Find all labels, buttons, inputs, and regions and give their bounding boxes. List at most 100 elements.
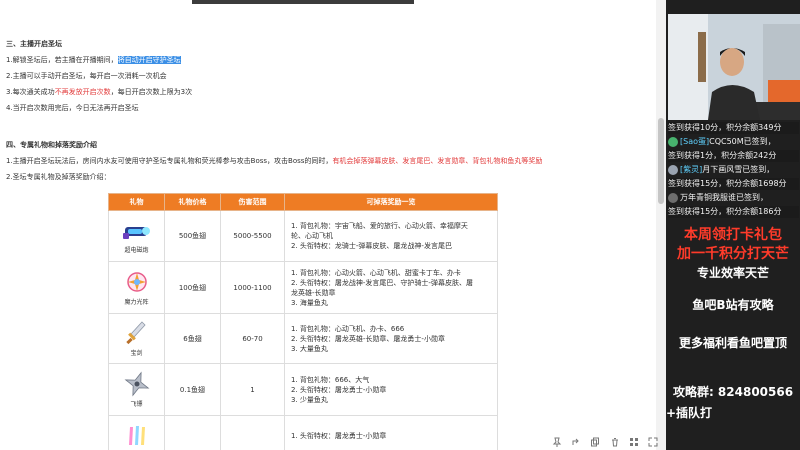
chat-message: 签到获得10分，积分余额349分 bbox=[668, 122, 799, 134]
chat-username: [紫灵] bbox=[680, 165, 703, 174]
gift-name: 魔力光阵 bbox=[124, 299, 149, 306]
gift-price bbox=[164, 415, 221, 450]
damage-range: 1000-1100 bbox=[220, 261, 285, 314]
gift-name: 超电磁炮 bbox=[124, 246, 149, 254]
damage-range: 1 bbox=[220, 363, 285, 416]
delete-icon[interactable] bbox=[610, 437, 620, 447]
reward-line: 1. 背包礼物：心动火箭、心动飞机、甜蜜卡丁车、办卡 bbox=[291, 268, 461, 277]
reward-line: 2. 头衔特权：屠龙勇士-小勋章 bbox=[291, 385, 387, 394]
gift-price: 500鱼翅 bbox=[164, 210, 221, 262]
reward-line: 1. 背包礼物：心动飞机、办卡、666 bbox=[291, 324, 405, 333]
sword-gift-icon bbox=[125, 321, 146, 345]
table-row: 1. 头衔特权：屠龙勇士-小勋章 bbox=[108, 415, 498, 450]
webcam-image-icon bbox=[668, 14, 800, 120]
promo-text: 专业效率天芒 bbox=[696, 266, 769, 280]
reward-line: 3. 海量鱼丸 bbox=[291, 298, 328, 307]
gift-cell: 魔力光阵 bbox=[108, 261, 165, 314]
section3-line3-post: ，每日开启次数上限为3次 bbox=[110, 88, 193, 96]
shuriken-gift-icon bbox=[124, 371, 149, 397]
table-row: 超电磁炮 500鱼翅 5000-5500 1. 背包礼物：宇宙飞船、爱的旅行、心… bbox=[108, 210, 498, 262]
avatar bbox=[668, 137, 678, 147]
reward-line: 轮、心动飞机 bbox=[291, 232, 333, 240]
gift-price: 6鱼翅 bbox=[164, 313, 221, 364]
stream-overlay-panel: 签到获得10分，积分余额349分 [Sao蛋] CQC50M已签到， 签到获得1… bbox=[666, 0, 800, 450]
damage-range: 60-70 bbox=[220, 313, 285, 364]
table-header-cell: 可掉落奖励一览 bbox=[284, 193, 498, 211]
gift-cell: 飞镖 bbox=[108, 363, 165, 416]
chat-message: 万年青铜我服谁已签到， bbox=[668, 192, 799, 204]
section4-line1-text: 1.主播开启圣坛玩法后，房间内水友可使用守护圣坛专属礼物和荧光棒参与攻击Boss… bbox=[6, 157, 333, 165]
chat-text: 签到获得1分，积分余额242分 bbox=[668, 151, 777, 160]
scroll-thumb[interactable] bbox=[658, 118, 664, 204]
gift-price: 100鱼翅 bbox=[164, 261, 221, 314]
reward-line: 1. 背包礼物：宇宙飞船、爱的旅行、心动火箭、幸福摩天 bbox=[291, 222, 468, 230]
qq-group-text: 攻略群: 824800566 bbox=[672, 385, 794, 399]
promo-red-line: 加一千积分打天芒 bbox=[677, 246, 789, 262]
promo-text: 更多福利看鱼吧置顶 bbox=[678, 336, 787, 350]
chat-message: 签到获得15分，积分余额1698分 bbox=[668, 178, 799, 190]
section3-line3-pre: 3.每次通关成功 bbox=[6, 88, 55, 96]
expand-icon[interactable] bbox=[648, 437, 658, 447]
crystal-gift-icon bbox=[128, 425, 145, 445]
copy-icon[interactable] bbox=[590, 437, 600, 447]
section3-line4: 4.当开启次数用完后，今日无法再开启圣坛 bbox=[6, 104, 139, 112]
gift-cell: 宝剑 bbox=[108, 313, 165, 364]
magic-circle-gift-icon bbox=[126, 272, 147, 292]
damage-range: 5000-5500 bbox=[220, 210, 285, 262]
share-icon[interactable] bbox=[571, 437, 581, 447]
damage-range bbox=[220, 415, 285, 450]
pin-icon[interactable] bbox=[552, 437, 562, 447]
document-viewer: 三、主播开启圣坛 1.解锁圣坛后，若主播在开播期间，将自动开启守护圣坛 2.主播… bbox=[0, 0, 666, 450]
section3-line1: 1.解锁圣坛后，若主播在开播期间，将自动开启守护圣坛 bbox=[6, 56, 181, 65]
vertical-scrollbar[interactable] bbox=[656, 0, 666, 450]
section4-line1-red: 有机会掉落弹幕皮肤、发言尾巴、发言勋章、背包礼物和鱼丸等奖励 bbox=[332, 157, 543, 165]
section3-heading: 三、主播开启圣坛 bbox=[6, 40, 62, 48]
reward-cell: 1. 背包礼物：666、大气 2. 头衔特权：屠龙勇士-小勋章 3. 少量鱼丸 bbox=[284, 363, 498, 416]
reward-line: 3. 少量鱼丸 bbox=[291, 395, 328, 404]
reward-cell: 1. 背包礼物：心动火箭、心动飞机、甜蜜卡丁车、办卡 2. 头衔特权：屠龙战神-… bbox=[284, 261, 498, 314]
section4-line1: 1.主播开启圣坛玩法后，房间内水友可使用守护圣坛专属礼物和荧光棒参与攻击Boss… bbox=[6, 157, 542, 166]
section3-line2: 2.主播可以手动开启圣坛，每开启一次消耗一次机会 bbox=[6, 72, 167, 80]
table-header-row: 礼物 礼物价格 伤害范围 可掉落奖励一览 bbox=[108, 193, 498, 211]
grid-icon[interactable] bbox=[629, 437, 639, 447]
section3-line1-text: 1.解锁圣坛后，若主播在开播期间， bbox=[6, 56, 118, 64]
reward-cell: 1. 头衔特权：屠龙勇士-小勋章 bbox=[284, 415, 498, 450]
table-row: 魔力光阵 100鱼翅 1000-1100 1. 背包礼物：心动火箭、心动飞机、甜… bbox=[108, 261, 498, 314]
bottom-toolbar bbox=[546, 434, 664, 450]
chat-text: 签到获得15分，积分余额1698分 bbox=[668, 179, 787, 188]
chat-text: 签到获得10分，积分余额349分 bbox=[668, 123, 782, 132]
avatar bbox=[668, 165, 678, 175]
table-header-cell: 伤害范围 bbox=[220, 193, 285, 211]
promo-banner: 本周领打卡礼包 加一千积分打天芒 bbox=[666, 226, 800, 266]
selected-text[interactable]: 将自动开启守护圣坛 bbox=[117, 56, 181, 64]
reward-line: 1. 背包礼物：666、大气 bbox=[291, 375, 370, 384]
reward-cell: 1. 背包礼物：心动飞机、办卡、666 2. 头衔特权：屠龙英雄-长勋章、屠龙勇… bbox=[284, 313, 498, 364]
gift-reward-table: 礼物 礼物价格 伤害范围 可掉落奖励一览 超电磁炮 500鱼翅 5000-550… bbox=[108, 193, 498, 450]
chat-message: [紫灵] 月下画风雪已签到， bbox=[668, 164, 799, 176]
reward-line: 2. 头衔特权：屠龙战神-发言尾巴、守护骑士-弹幕皮肤、屠 bbox=[291, 278, 473, 287]
chat-text: 万年青铜我服谁已签到， bbox=[680, 193, 768, 202]
queue-text: +插队打 bbox=[666, 406, 713, 420]
chat-message: 签到获得1分，积分余额242分 bbox=[668, 150, 799, 162]
avatar bbox=[668, 193, 678, 203]
railgun-gift-icon bbox=[122, 226, 150, 239]
reward-line: 2. 头衔特权：龙骑士-弹幕皮肤、屠龙战神-发言尾巴 bbox=[291, 242, 452, 250]
reward-line: 3. 大量鱼丸 bbox=[291, 344, 328, 353]
chat-message: [Sao蛋] CQC50M已签到， bbox=[668, 136, 799, 148]
reward-line: 1. 头衔特权：屠龙勇士-小勋章 bbox=[291, 431, 387, 440]
table-row: 飞镖 0.1鱼翅 1 1. 背包礼物：666、大气 2. 头衔特权：屠龙勇士-小… bbox=[108, 363, 498, 416]
webcam-feed bbox=[668, 14, 800, 120]
table-row: 宝剑 6鱼翅 60-70 1. 背包礼物：心动飞机、办卡、666 2. 头衔特权… bbox=[108, 313, 498, 364]
promo-red-line: 本周领打卡礼包 bbox=[684, 227, 782, 243]
reward-line: 2. 头衔特权：屠龙英雄-长勋章、屠龙勇士-小勋章 bbox=[291, 334, 445, 343]
table-header-cell: 礼物价格 bbox=[164, 193, 221, 211]
top-toolbar-strip bbox=[192, 0, 414, 4]
chat-text: 月下画风雪已签到， bbox=[702, 165, 775, 174]
section4-line2: 2.圣坛专属礼物及掉落奖励介绍： bbox=[6, 173, 111, 181]
chat-username: [Sao蛋] bbox=[680, 137, 710, 146]
reward-cell: 1. 背包礼物：宇宙飞船、爱的旅行、心动火箭、幸福摩天 轮、心动飞机 2. 头衔… bbox=[284, 210, 498, 262]
gift-name: 飞镖 bbox=[130, 401, 143, 408]
gift-name: 宝剑 bbox=[130, 350, 143, 357]
chat-message: 签到获得15分，积分余额186分 bbox=[668, 206, 799, 218]
table-header-cell: 礼物 bbox=[108, 193, 165, 211]
